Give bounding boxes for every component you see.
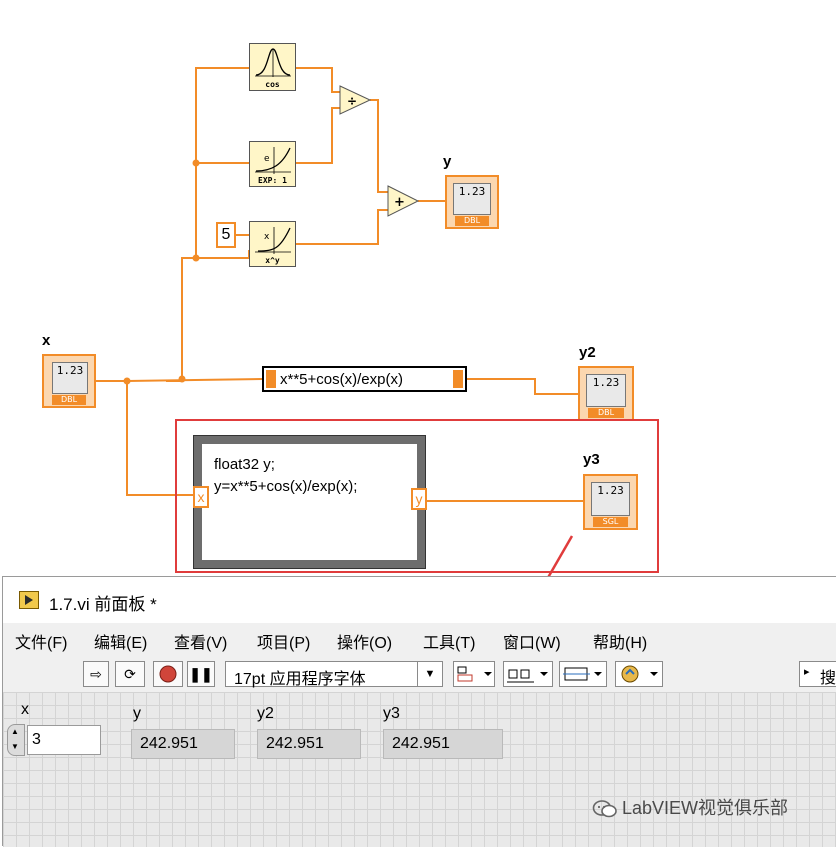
y2-terminal[interactable]: 1.23 DBL xyxy=(578,366,634,421)
pause-icon[interactable]: ❚❚ xyxy=(187,661,215,687)
junction xyxy=(192,254,200,262)
svg-text:e: e xyxy=(264,154,270,164)
font-select-value: 17pt 应用程序字体 xyxy=(234,671,366,688)
reorder-icon[interactable] xyxy=(615,661,663,687)
menu-file[interactable]: 文件(F) xyxy=(15,629,67,653)
svg-text:+: + xyxy=(394,195,405,210)
title-bar[interactable]: 1.7.vi 前面板 * xyxy=(3,577,836,623)
exp-node: e EXP: 1 xyxy=(249,141,296,187)
align-icon xyxy=(457,666,492,682)
wechat-icon xyxy=(592,800,617,818)
y2-indicator: 242.951 xyxy=(257,729,361,759)
up-arrow-icon: ▲ xyxy=(11,727,19,736)
chevron-down-icon: ▼ xyxy=(417,662,442,686)
x-increment-stepper[interactable]: ▲ ▼ xyxy=(7,724,25,756)
window-title: 1.7.vi 前面板 * xyxy=(49,595,157,614)
x-control-input[interactable]: 3 xyxy=(27,725,101,755)
menu-window[interactable]: 窗口(W) xyxy=(503,629,561,653)
down-arrow-icon: ▼ xyxy=(11,742,19,751)
cos-icon xyxy=(255,48,291,77)
wire-cos-out xyxy=(296,67,340,93)
resize-icon xyxy=(563,667,602,681)
cos-label: cos xyxy=(265,80,280,89)
watermark-text: LabVIEW视觉俱乐部 xyxy=(622,798,789,818)
y-terminal-label: y xyxy=(443,153,452,170)
y-indicator: 242.951 xyxy=(131,729,235,759)
font-select[interactable]: 17pt 应用程序字体 ▼ xyxy=(225,661,443,688)
y2-terminal-label: y2 xyxy=(579,344,596,361)
y3-indicator-label: y3 xyxy=(383,705,400,722)
wire-expr-out xyxy=(467,378,580,395)
y2-indicator-label: y2 xyxy=(257,705,274,722)
expression-text: x**5+cos(x)/exp(x) xyxy=(280,371,403,388)
power-label: x^y xyxy=(265,256,280,265)
junction xyxy=(178,375,186,383)
expression-output-tab xyxy=(453,370,463,388)
front-panel-canvas: x ▲ ▼ 3 y 242.951 y2 242.951 y3 242.951 xyxy=(3,692,836,847)
search-arrow-icon: ▸ xyxy=(804,666,810,678)
wire-pow-out xyxy=(296,209,388,245)
exp-label: EXP: 1 xyxy=(258,176,287,185)
wire-div-out xyxy=(370,99,388,193)
svg-text:÷: ÷ xyxy=(347,94,357,108)
y-terminal-type: DBL xyxy=(455,216,489,226)
abort-icon[interactable] xyxy=(153,661,183,687)
run-arrow-icon[interactable]: ⇨ xyxy=(83,661,109,687)
wire-exp-out xyxy=(296,107,340,164)
y2-terminal-display: 1.23 xyxy=(586,374,626,407)
vi-icon xyxy=(19,591,39,609)
highlight-box xyxy=(175,419,659,573)
search-hint: 搜 xyxy=(820,670,836,687)
block-diagram: ÷ + cos e EXP: 1 x x^y 5 y 1.23 DBL x 1.… xyxy=(0,0,836,580)
x-terminal-type: DBL xyxy=(52,395,86,405)
junction xyxy=(123,377,131,385)
stop-circle-icon xyxy=(159,665,177,683)
menu-operate[interactable]: 操作(O) xyxy=(337,629,392,653)
y-indicator-label: y xyxy=(133,705,141,722)
run-continuous-icon[interactable]: ⟳ xyxy=(115,661,145,687)
wire-x-to-expr xyxy=(126,378,263,382)
y2-terminal-type: DBL xyxy=(588,408,624,418)
power-icon: x xyxy=(255,227,291,254)
resize-objects-icon[interactable] xyxy=(559,661,607,687)
menu-view[interactable]: 查看(V) xyxy=(174,629,227,653)
watermark: LabVIEW视觉俱乐部 xyxy=(592,794,788,820)
search-box[interactable]: ▸ 搜 xyxy=(799,661,836,687)
expression-input-tab xyxy=(266,370,276,388)
x-terminal-display: 1.23 xyxy=(52,362,88,394)
reorder-arrows-icon xyxy=(621,665,658,683)
menu-tools[interactable]: 工具(T) xyxy=(423,629,475,653)
menu-edit[interactable]: 编辑(E) xyxy=(94,629,147,653)
x-terminal[interactable]: 1.23 DBL xyxy=(42,354,96,408)
align-objects-icon[interactable] xyxy=(453,661,495,687)
distribute-objects-icon[interactable] xyxy=(503,661,553,687)
y-terminal-value: 1.23 xyxy=(458,185,486,198)
expression-node[interactable]: x**5+cos(x)/exp(x) xyxy=(262,366,467,392)
menu-help[interactable]: 帮助(H) xyxy=(593,629,647,653)
svg-text:x: x xyxy=(264,232,270,242)
y-terminal-display: 1.23 xyxy=(453,183,491,215)
menu-project[interactable]: 项目(P) xyxy=(257,629,310,653)
cos-node: cos xyxy=(249,43,296,91)
constant-five[interactable]: 5 xyxy=(216,222,236,248)
menu-bar: 文件(F) 编辑(E) 查看(V) 项目(P) 操作(O) 工具(T) 窗口(W… xyxy=(3,623,836,655)
power-node: x x^y xyxy=(249,221,296,267)
x-terminal-value: 1.23 xyxy=(56,364,84,377)
distribute-icon xyxy=(507,669,548,683)
y2-terminal-value: 1.23 xyxy=(592,376,620,389)
junction xyxy=(192,159,200,167)
y-terminal[interactable]: 1.23 DBL xyxy=(445,175,499,229)
wire-to-pow xyxy=(196,250,250,259)
wire-trunk-up xyxy=(166,257,196,382)
toolbar: ⇨ ⟳ ❚❚ 17pt 应用程序字体 ▼ ▸ 搜 xyxy=(3,657,836,691)
x-terminal-label: x xyxy=(42,332,51,349)
exp-icon: e xyxy=(255,147,291,174)
y3-indicator: 242.951 xyxy=(383,729,503,759)
x-control-label: x xyxy=(21,701,29,718)
